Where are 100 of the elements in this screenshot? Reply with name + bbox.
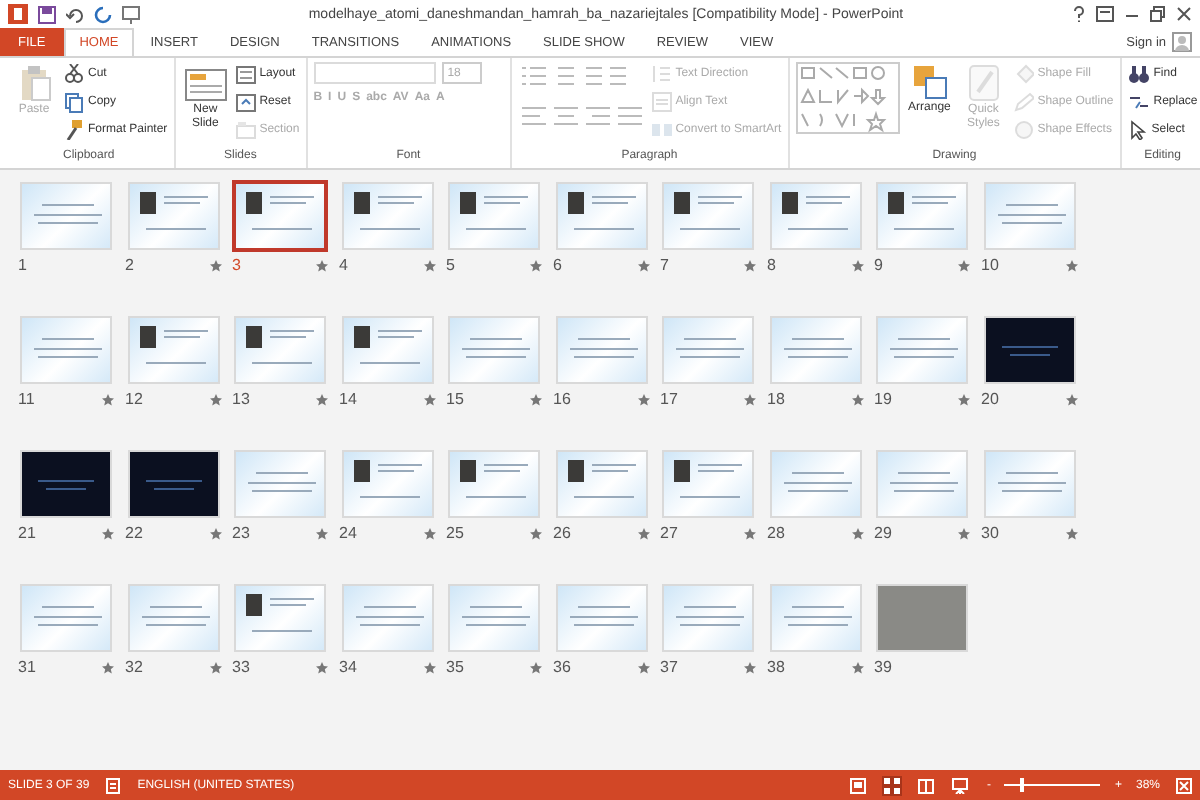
slide-number: 33	[232, 658, 250, 676]
undo-icon[interactable]	[66, 5, 84, 23]
notes-icon[interactable]	[105, 777, 122, 793]
slide-number: 39	[874, 658, 892, 676]
slide-number: 2	[125, 256, 134, 274]
star-icon[interactable]	[1065, 527, 1077, 539]
star-icon[interactable]	[637, 527, 649, 539]
star-icon[interactable]	[423, 527, 435, 539]
star-icon[interactable]	[530, 661, 542, 673]
slide-number: 21	[18, 524, 36, 542]
star-icon[interactable]	[316, 661, 328, 673]
slide-number: 32	[125, 658, 143, 676]
close-icon[interactable]	[1176, 6, 1192, 22]
star-icon[interactable]	[423, 259, 435, 271]
slide-number: 3	[232, 256, 241, 274]
star-icon[interactable]	[851, 661, 863, 673]
ribbon-options-icon[interactable]	[1096, 6, 1114, 22]
arrange-icon	[911, 64, 948, 100]
restore-icon[interactable]	[1150, 6, 1166, 22]
star-icon[interactable]	[1065, 259, 1077, 271]
help-icon[interactable]	[1072, 6, 1086, 22]
effects-icon	[1013, 120, 1034, 140]
slide-number: 10	[981, 256, 999, 274]
slide-number: 28	[767, 524, 785, 542]
slide-number: 24	[339, 524, 357, 542]
scissors-icon	[64, 64, 84, 84]
star-icon[interactable]	[851, 393, 863, 405]
save-icon[interactable]	[38, 5, 56, 23]
slide-number: 5	[446, 256, 455, 274]
star-icon[interactable]	[102, 527, 114, 539]
star-icon[interactable]	[316, 393, 328, 405]
paint-bucket-icon	[1013, 64, 1034, 84]
view-button[interactable]	[950, 775, 971, 795]
slide-number: 15	[446, 390, 464, 408]
star-icon[interactable]	[530, 259, 542, 271]
slide-number: 9	[874, 256, 883, 274]
slide-number: 27	[660, 524, 678, 542]
view-button[interactable]	[882, 775, 903, 795]
star-icon[interactable]	[530, 527, 542, 539]
text-direction-icon	[651, 64, 672, 84]
star-icon[interactable]	[209, 661, 221, 673]
new-slide-icon	[183, 64, 228, 102]
paintbrush-icon	[64, 120, 84, 140]
slide-number: 13	[232, 390, 250, 408]
slide-number: 37	[660, 658, 678, 676]
photo-placeholder[interactable]	[876, 584, 968, 652]
star-icon[interactable]	[316, 259, 328, 271]
slide-number: 7	[660, 256, 669, 274]
star-icon[interactable]	[744, 661, 756, 673]
clipboard-icon	[16, 64, 52, 102]
star-icon[interactable]	[958, 393, 970, 405]
slide-number: 25	[446, 524, 464, 542]
star-icon[interactable]	[958, 259, 970, 271]
view-button[interactable]	[916, 775, 937, 795]
align-text-icon	[651, 92, 672, 112]
star-icon[interactable]	[1065, 393, 1077, 405]
quick-styles-icon	[965, 64, 1002, 102]
slider-thumb[interactable]	[1019, 778, 1024, 792]
smartart-icon	[651, 120, 672, 140]
star-icon[interactable]	[744, 259, 756, 271]
star-icon[interactable]	[851, 259, 863, 271]
replace-icon	[1127, 92, 1150, 112]
star-icon[interactable]	[209, 393, 221, 405]
slide-number: 35	[446, 658, 464, 676]
star-icon[interactable]	[851, 527, 863, 539]
slide-number: 18	[767, 390, 785, 408]
slide-number: 16	[553, 390, 571, 408]
slide-number: 34	[339, 658, 357, 676]
star-icon[interactable]	[102, 661, 114, 673]
slide-number: 26	[553, 524, 571, 542]
star-icon[interactable]	[423, 661, 435, 673]
star-icon[interactable]	[958, 527, 970, 539]
slide-number: 30	[981, 524, 999, 542]
star-icon[interactable]	[209, 259, 221, 271]
slide-number: 19	[874, 390, 892, 408]
redo-icon[interactable]	[94, 5, 112, 23]
star-icon[interactable]	[744, 393, 756, 405]
slide-number: 22	[125, 524, 143, 542]
binoculars-icon	[1127, 64, 1150, 84]
star-icon[interactable]	[102, 393, 114, 405]
slide-number: 23	[232, 524, 250, 542]
copy-icon	[64, 91, 84, 113]
star-icon[interactable]	[423, 393, 435, 405]
star-icon[interactable]	[637, 661, 649, 673]
slide-thumbnail[interactable]	[232, 180, 328, 252]
slide-number: 20	[981, 390, 999, 408]
star-icon[interactable]	[209, 527, 221, 539]
star-icon[interactable]	[744, 527, 756, 539]
slide-number: 14	[339, 390, 357, 408]
pointer-icon	[1127, 120, 1148, 140]
star-icon[interactable]	[637, 393, 649, 405]
slide-number: 11	[18, 390, 35, 408]
slideshow-icon[interactable]	[122, 5, 140, 23]
layout-icon	[235, 65, 256, 83]
star-icon[interactable]	[637, 259, 649, 271]
slide-number: 6	[553, 256, 562, 274]
star-icon[interactable]	[316, 527, 328, 539]
view-button[interactable]	[848, 775, 869, 795]
fit-to-window-icon[interactable]	[1176, 777, 1192, 793]
star-icon[interactable]	[530, 393, 542, 405]
